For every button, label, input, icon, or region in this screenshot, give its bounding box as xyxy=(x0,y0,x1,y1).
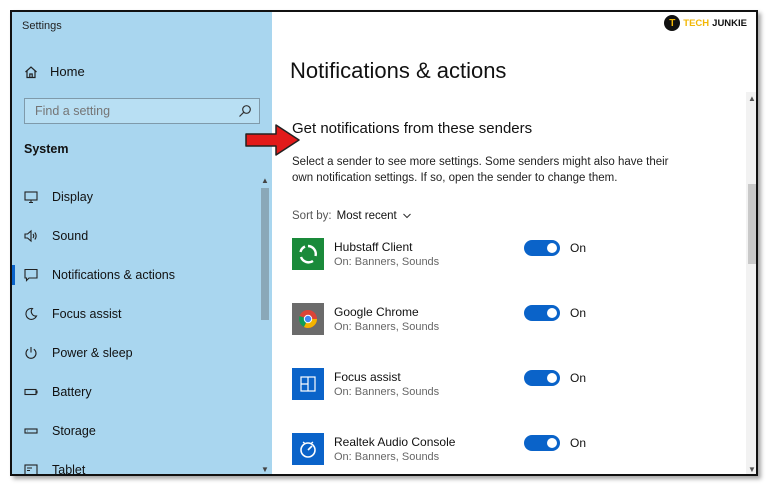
sidebar-scroll-thumb[interactable] xyxy=(261,188,269,320)
sidebar-item-battery[interactable]: Battery xyxy=(12,372,258,411)
sender-name: Hubstaff Client xyxy=(334,240,413,254)
sort-label: Sort by: xyxy=(292,210,332,222)
sidebar-item-notifications[interactable]: Notifications & actions xyxy=(12,255,258,294)
scroll-down-icon[interactable]: ▼ xyxy=(260,465,270,474)
settings-window: Settings Home System Display Sound Notif… xyxy=(10,10,758,476)
sidebar-item-sound[interactable]: Sound xyxy=(12,216,258,255)
red-arrow-icon xyxy=(245,124,300,156)
logo-text-tech: TECH xyxy=(683,17,710,29)
sort-control: Sort by: Most recent xyxy=(292,210,412,222)
sidebar-item-power-sleep[interactable]: Power & sleep xyxy=(12,333,258,372)
sender-toggle[interactable] xyxy=(524,435,560,451)
list-item[interactable]: Google Chrome On: Banners, Sounds On xyxy=(292,303,712,368)
sidebar-item-label: Sound xyxy=(52,228,89,243)
sidebar-item-storage[interactable]: Storage xyxy=(12,411,258,450)
scroll-down-icon[interactable]: ▼ xyxy=(746,465,756,474)
sidebar-item-label: Notifications & actions xyxy=(52,267,175,282)
sender-status: On: Banners, Sounds xyxy=(334,256,440,268)
tablet-icon xyxy=(24,463,38,474)
toggle-state-label: On xyxy=(570,306,587,320)
sender-status: On: Banners, Sounds xyxy=(334,451,440,463)
sidebar-item-focus-assist[interactable]: Focus assist xyxy=(12,294,258,333)
section-subtitle: Get notifications from these senders xyxy=(292,120,533,137)
sender-toggle[interactable] xyxy=(524,305,560,321)
toggle-state-label: On xyxy=(570,241,587,255)
sidebar: Settings Home System Display Sound Notif… xyxy=(12,12,272,474)
storage-icon xyxy=(24,427,38,434)
scroll-up-icon[interactable]: ▲ xyxy=(260,176,270,185)
search-box[interactable] xyxy=(24,98,260,124)
speaker-icon xyxy=(24,229,37,242)
sidebar-item-display[interactable]: Display xyxy=(12,177,258,216)
techjunkie-logo: T TECH JUNKIE xyxy=(661,14,750,32)
sidebar-item-label: Display xyxy=(52,189,93,204)
main-scroll-thumb[interactable] xyxy=(748,184,756,264)
moon-icon xyxy=(25,307,38,320)
realtek-icon xyxy=(292,433,324,465)
sidebar-item-label: Battery xyxy=(52,384,92,399)
monitor-icon xyxy=(24,190,38,203)
list-item[interactable]: Focus assist On: Banners, Sounds On xyxy=(292,368,712,433)
sender-toggle[interactable] xyxy=(524,240,560,256)
sender-name: Focus assist xyxy=(334,370,401,384)
power-icon xyxy=(25,346,37,359)
section-description: Select a sender to see more settings. So… xyxy=(292,156,669,184)
sidebar-item-label: Storage xyxy=(52,423,96,438)
chrome-icon xyxy=(292,303,324,335)
sidebar-item-tablet[interactable]: Tablet xyxy=(12,450,258,476)
sender-status: On: Banners, Sounds xyxy=(334,321,440,333)
logo-text-junkie: JUNKIE xyxy=(712,17,747,29)
battery-icon xyxy=(24,388,38,395)
search-input[interactable] xyxy=(25,104,225,118)
sender-name: Google Chrome xyxy=(334,305,419,319)
page-title: Notifications & actions xyxy=(290,58,507,83)
search-icon[interactable] xyxy=(238,104,252,118)
list-item[interactable]: Realtek Audio Console On: Banners, Sound… xyxy=(292,433,712,474)
logo-badge: T xyxy=(664,15,681,31)
focus-assist-icon xyxy=(292,368,324,400)
window-title: Settings xyxy=(22,20,62,32)
home-icon xyxy=(25,65,37,78)
notification-icon xyxy=(24,268,38,282)
home-link[interactable]: Home xyxy=(24,64,85,79)
toggle-state-label: On xyxy=(570,436,587,450)
list-item[interactable]: Hubstaff Client On: Banners, Sounds On xyxy=(292,238,712,303)
sidebar-item-label: Power & sleep xyxy=(52,345,133,360)
scroll-up-icon[interactable]: ▲ xyxy=(746,94,756,103)
sender-status: On: Banners, Sounds xyxy=(334,386,440,398)
sender-name: Realtek Audio Console xyxy=(334,435,456,449)
hubstaff-icon xyxy=(292,238,324,270)
main-panel: — ☐ ✕ Notifications & actions Get notifi… xyxy=(272,12,756,474)
sidebar-scrollbar[interactable]: ▲ ▼ xyxy=(260,174,270,474)
main-scrollbar[interactable]: ▲ ▼ xyxy=(746,92,756,474)
section-heading-system: System xyxy=(24,142,69,156)
sender-toggle[interactable] xyxy=(524,370,560,386)
toggle-state-label: On xyxy=(570,371,587,385)
senders-list: Hubstaff Client On: Banners, Sounds On G… xyxy=(292,238,712,474)
chevron-down-icon[interactable] xyxy=(402,211,412,221)
sidebar-item-label: Tablet xyxy=(52,462,86,476)
home-label: Home xyxy=(50,64,85,79)
sort-dropdown[interactable]: Most recent xyxy=(337,210,397,222)
sidebar-nav: Display Sound Notifications & actions Fo… xyxy=(12,177,258,476)
sidebar-item-label: Focus assist xyxy=(52,306,122,321)
